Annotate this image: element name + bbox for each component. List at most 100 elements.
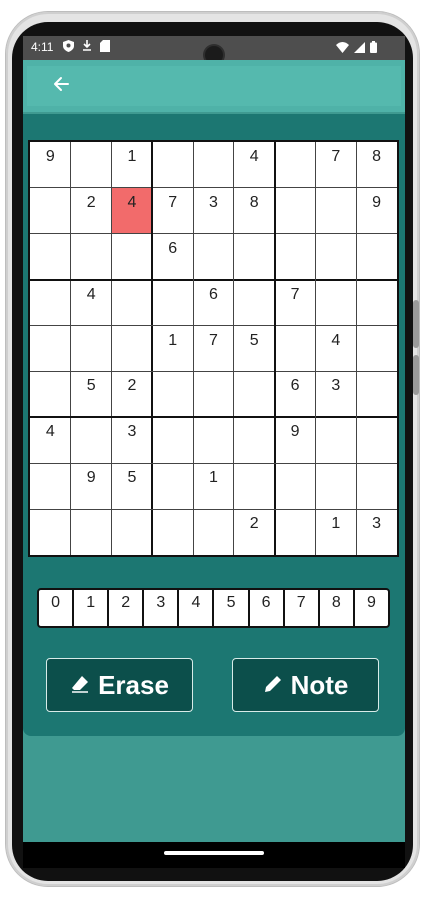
sudoku-cell[interactable] (112, 509, 153, 555)
sudoku-cell[interactable] (315, 234, 356, 280)
sudoku-cell[interactable] (152, 417, 193, 463)
sudoku-cell[interactable] (356, 326, 397, 372)
sudoku-cell[interactable] (234, 417, 275, 463)
sudoku-cell[interactable] (234, 463, 275, 509)
sudoku-cell[interactable]: 8 (356, 142, 397, 188)
sudoku-cell[interactable]: 8 (234, 188, 275, 234)
erase-button[interactable]: Erase (46, 658, 193, 712)
status-left-icons (63, 40, 110, 55)
sudoku-cell[interactable] (356, 234, 397, 280)
number-button[interactable]: 3 (144, 590, 180, 626)
sudoku-cell[interactable]: 5 (112, 463, 153, 509)
sudoku-cell[interactable] (356, 280, 397, 326)
download-icon (82, 40, 92, 55)
sudoku-cell[interactable] (275, 509, 316, 555)
sudoku-cell[interactable]: 9 (30, 142, 71, 188)
sudoku-cell[interactable] (71, 326, 112, 372)
sudoku-cell[interactable] (71, 509, 112, 555)
back-button[interactable] (49, 74, 73, 98)
sudoku-cell[interactable] (234, 371, 275, 417)
sudoku-cell[interactable] (315, 463, 356, 509)
sudoku-cell[interactable]: 5 (71, 371, 112, 417)
sudoku-cell[interactable]: 7 (315, 142, 356, 188)
sudoku-cell[interactable] (275, 234, 316, 280)
sudoku-cell[interactable] (30, 280, 71, 326)
sudoku-cell[interactable]: 4 (234, 142, 275, 188)
sudoku-cell[interactable] (71, 234, 112, 280)
sudoku-cell[interactable] (152, 509, 193, 555)
number-button[interactable]: 7 (285, 590, 320, 626)
grid-line-vertical (192, 142, 194, 555)
sudoku-cell[interactable] (112, 326, 153, 372)
sudoku-cell[interactable] (315, 280, 356, 326)
sudoku-cell[interactable]: 1 (112, 142, 153, 188)
sudoku-cell[interactable] (193, 417, 234, 463)
sudoku-cell[interactable] (356, 463, 397, 509)
note-button[interactable]: Note (232, 658, 379, 712)
number-button[interactable]: 5 (214, 590, 250, 626)
sudoku-cell[interactable]: 3 (112, 417, 153, 463)
sudoku-cell[interactable]: 6 (193, 280, 234, 326)
sudoku-cell[interactable]: 2 (112, 371, 153, 417)
sudoku-cell[interactable] (152, 142, 193, 188)
sudoku-cell[interactable] (152, 280, 193, 326)
sudoku-cell[interactable]: 9 (71, 463, 112, 509)
sudoku-cell[interactable]: 7 (152, 188, 193, 234)
sudoku-cell[interactable] (315, 417, 356, 463)
sudoku-cell[interactable]: 4 (30, 417, 71, 463)
number-button[interactable]: 4 (179, 590, 215, 626)
number-button[interactable]: 8 (320, 590, 355, 626)
sudoku-cell[interactable] (152, 371, 193, 417)
sudoku-cell[interactable]: 7 (193, 326, 234, 372)
sudoku-cell[interactable]: 4 (71, 280, 112, 326)
sudoku-cell[interactable] (275, 188, 316, 234)
sudoku-cell[interactable]: 5 (234, 326, 275, 372)
number-button[interactable]: 9 (355, 590, 388, 626)
sudoku-cell[interactable]: 2 (234, 509, 275, 555)
sudoku-cell[interactable] (30, 188, 71, 234)
sudoku-cell[interactable] (152, 463, 193, 509)
sudoku-cell[interactable] (30, 463, 71, 509)
sudoku-cell[interactable]: 1 (193, 463, 234, 509)
number-button[interactable]: 6 (250, 590, 285, 626)
sudoku-cell[interactable]: 6 (275, 371, 316, 417)
sudoku-cell[interactable] (112, 234, 153, 280)
sudoku-cell[interactable] (30, 326, 71, 372)
sudoku-cell[interactable] (193, 142, 234, 188)
sudoku-cell[interactable] (275, 326, 316, 372)
sudoku-cell[interactable] (275, 142, 316, 188)
sudoku-cell[interactable] (193, 371, 234, 417)
sudoku-cell[interactable] (275, 463, 316, 509)
sudoku-cell-selected[interactable]: 4 (111, 187, 153, 234)
sudoku-cell[interactable] (71, 142, 112, 188)
sudoku-cell[interactable]: 9 (275, 417, 316, 463)
sudoku-cell[interactable]: 3 (356, 509, 397, 555)
number-button[interactable]: 0 (39, 590, 75, 626)
sudoku-cell[interactable] (193, 509, 234, 555)
sudoku-cell[interactable] (356, 371, 397, 417)
box-divider-vertical (151, 142, 154, 555)
sudoku-cell[interactable]: 3 (193, 188, 234, 234)
sudoku-cell[interactable] (71, 417, 112, 463)
sudoku-cell[interactable]: 2 (71, 188, 112, 234)
sudoku-cell[interactable]: 4 (315, 326, 356, 372)
sudoku-cell[interactable]: 3 (315, 371, 356, 417)
sudoku-cell[interactable] (234, 234, 275, 280)
sudoku-cell[interactable] (30, 371, 71, 417)
sudoku-cell[interactable] (356, 417, 397, 463)
sudoku-cell[interactable] (315, 188, 356, 234)
sudoku-cell[interactable]: 7 (275, 280, 316, 326)
home-indicator[interactable] (164, 851, 264, 855)
number-button[interactable]: 1 (74, 590, 110, 626)
sudoku-cell[interactable]: 1 (152, 326, 193, 372)
sudoku-cell[interactable]: 6 (152, 234, 193, 280)
sudoku-cell[interactable] (112, 280, 153, 326)
sudoku-cell[interactable] (30, 509, 71, 555)
sudoku-cell[interactable] (234, 280, 275, 326)
sudoku-cell[interactable] (193, 234, 234, 280)
sudoku-cell[interactable]: 1 (315, 509, 356, 555)
volume-button (413, 300, 419, 348)
number-button[interactable]: 2 (109, 590, 145, 626)
sudoku-cell[interactable] (30, 234, 71, 280)
sudoku-cell[interactable]: 9 (356, 188, 397, 234)
